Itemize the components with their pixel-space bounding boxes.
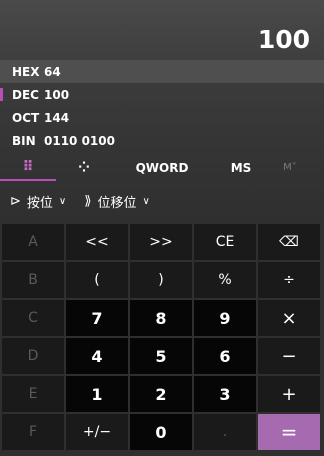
chevron-down-icon: ∨	[58, 196, 67, 207]
key-1[interactable]: 1	[66, 376, 128, 412]
radix-list: HEX 64 DEC 100 OCT 144 BIN 0110 0100	[0, 60, 324, 152]
key-0[interactable]: 0	[130, 414, 192, 450]
key-modulo[interactable]: %	[194, 262, 256, 298]
keypad: A << >> CE ⌫ B ( ) % ÷ C 7 8 9 × D 4 5 6…	[0, 222, 324, 452]
key-add[interactable]: +	[258, 376, 320, 412]
key-8[interactable]: 8	[130, 300, 192, 336]
logic-gate-icon: ⊳	[10, 194, 21, 209]
key-6[interactable]: 6	[194, 338, 256, 374]
radix-dec[interactable]: DEC 100	[0, 83, 324, 106]
backspace-icon[interactable]: ⌫	[258, 224, 320, 260]
key-f[interactable]: F	[2, 414, 64, 450]
key-equals[interactable]: =	[258, 414, 320, 450]
radix-oct-value: 144	[44, 110, 70, 125]
bitshift-dropdown[interactable]: ⟫ 位移位 ∨	[84, 192, 150, 211]
memory-list-button[interactable]: M˅	[270, 154, 310, 181]
key-negate[interactable]: +/−	[66, 414, 128, 450]
result-value: 100	[257, 25, 310, 54]
radix-hex[interactable]: HEX 64	[0, 60, 324, 83]
radix-oct-label: OCT	[12, 110, 40, 125]
radix-oct[interactable]: OCT 144	[0, 106, 324, 129]
key-clear-entry[interactable]: CE	[194, 224, 256, 260]
key-open-paren[interactable]: (	[66, 262, 128, 298]
key-subtract[interactable]: −	[258, 338, 320, 374]
bitshift-label: 位移位	[97, 196, 137, 211]
key-a[interactable]: A	[2, 224, 64, 260]
key-left-shift[interactable]: <<	[66, 224, 128, 260]
key-c[interactable]: C	[2, 300, 64, 336]
key-4[interactable]: 4	[66, 338, 128, 374]
key-5[interactable]: 5	[130, 338, 192, 374]
key-9[interactable]: 9	[194, 300, 256, 336]
mode-bar: ⠿ ⁘ QWORD MS M˅	[0, 154, 324, 181]
bitwise-dropdown[interactable]: ⊳ 按位 ∨	[10, 192, 66, 211]
memory-store-button[interactable]: MS	[212, 154, 270, 181]
key-multiply[interactable]: ×	[258, 300, 320, 336]
key-divide[interactable]: ÷	[258, 262, 320, 298]
radix-dec-label: DEC	[12, 87, 39, 102]
key-right-shift[interactable]: >>	[130, 224, 192, 260]
key-3[interactable]: 3	[194, 376, 256, 412]
bitshift-icon: ⟫	[84, 194, 92, 209]
key-b[interactable]: B	[2, 262, 64, 298]
key-2[interactable]: 2	[130, 376, 192, 412]
key-close-paren[interactable]: )	[130, 262, 192, 298]
key-7[interactable]: 7	[66, 300, 128, 336]
bitwise-label: 按位	[26, 196, 53, 211]
radix-hex-value: 64	[44, 64, 61, 79]
keypad-icon[interactable]: ⠿	[0, 154, 56, 181]
radix-bin[interactable]: BIN 0110 0100	[0, 129, 324, 152]
bitflip-icon[interactable]: ⁘	[56, 154, 112, 181]
key-decimal[interactable]: .	[194, 414, 256, 450]
word-size-button[interactable]: QWORD	[112, 154, 212, 181]
calculator-window: 100 HEX 64 DEC 100 OCT 144 BIN 0110 0100…	[0, 0, 324, 456]
radix-bin-label: BIN	[12, 133, 36, 148]
operations-bar: ⊳ 按位 ∨ ⟫ 位移位 ∨	[0, 181, 324, 222]
key-d[interactable]: D	[2, 338, 64, 374]
chevron-down-icon: ∨	[142, 196, 150, 207]
radix-dec-value: 100	[44, 87, 70, 102]
radix-bin-value: 0110 0100	[44, 133, 115, 148]
radix-hex-label: HEX	[12, 64, 40, 79]
result-display: 100	[0, 0, 324, 60]
key-e[interactable]: E	[2, 376, 64, 412]
